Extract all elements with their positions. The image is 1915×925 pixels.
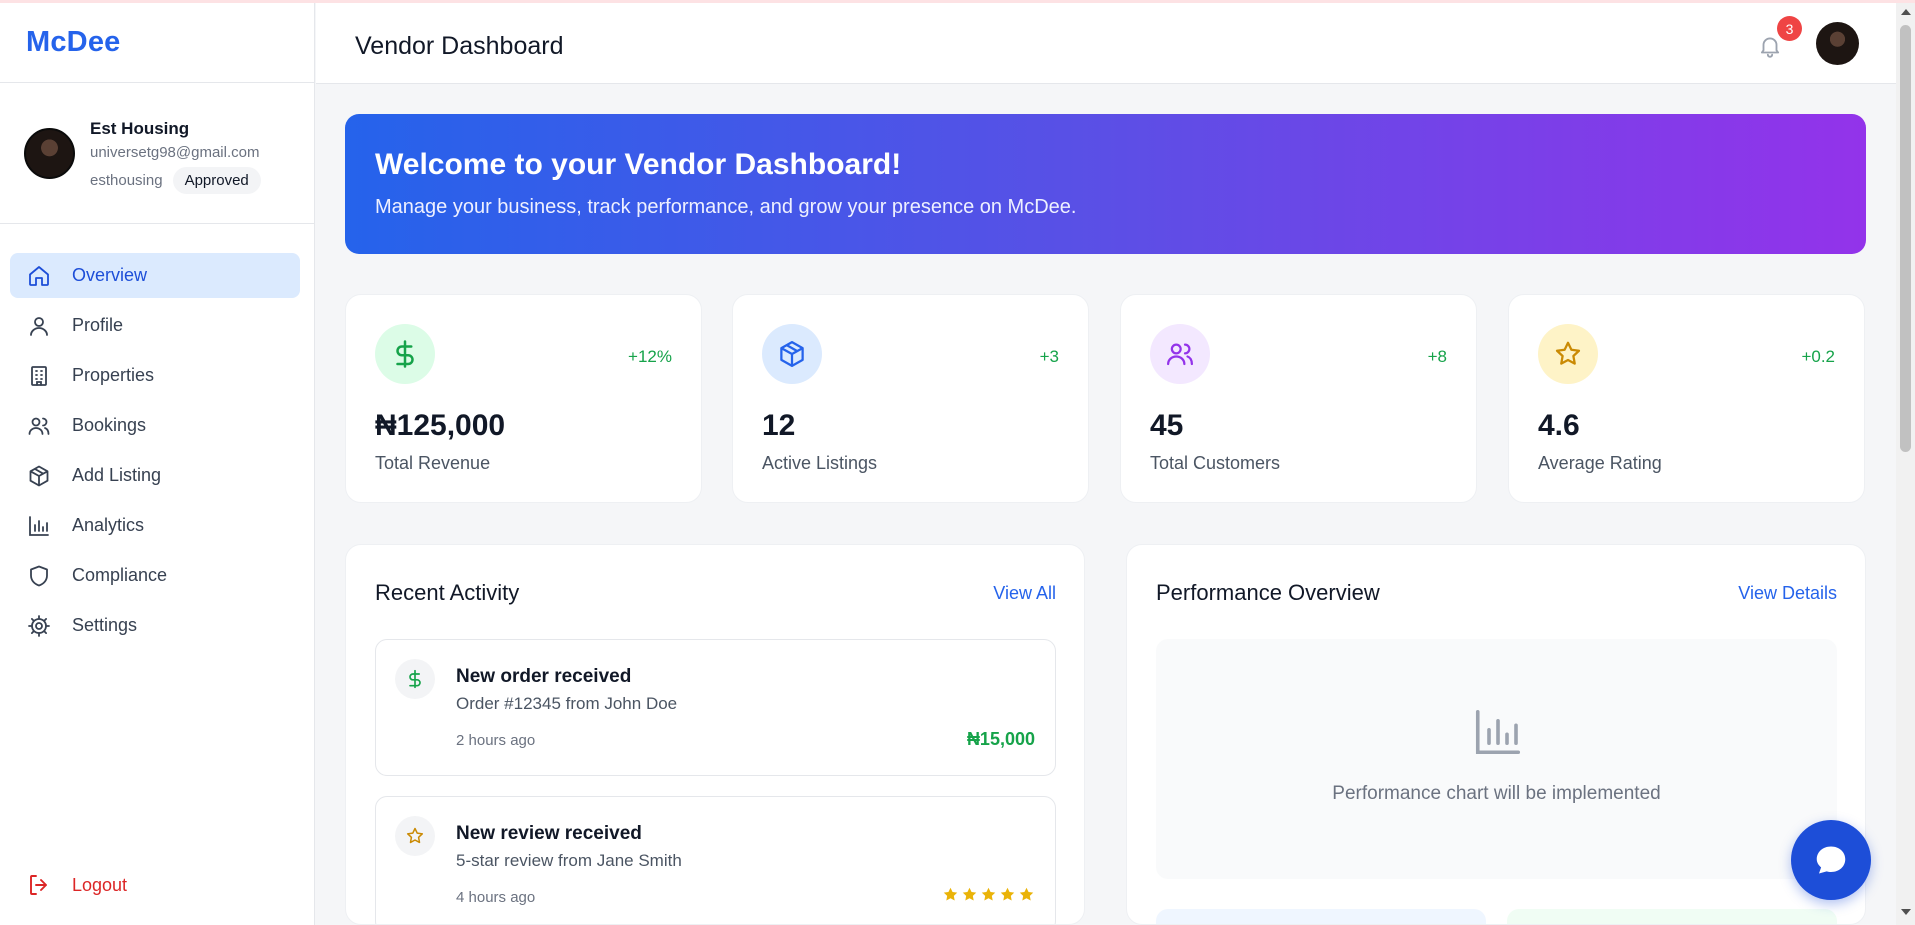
view-all-link[interactable]: View All bbox=[993, 583, 1056, 604]
chat-button[interactable] bbox=[1791, 820, 1871, 900]
stat-value: 4.6 bbox=[1538, 409, 1580, 442]
bell-icon[interactable] bbox=[1757, 33, 1783, 59]
star-icon bbox=[395, 816, 435, 856]
stat-label: Average Rating bbox=[1538, 453, 1662, 473]
sidebar: McDee Est Housing universetg98@gmail.com… bbox=[0, 3, 315, 925]
stat-change: +0.2 bbox=[1801, 347, 1835, 366]
stat-label: Total Revenue bbox=[375, 453, 491, 473]
activity-title: New order received bbox=[456, 666, 632, 687]
recent-activity-panel: Recent Activity View All New order recei… bbox=[345, 544, 1085, 925]
star-icon bbox=[1538, 324, 1598, 384]
package-icon bbox=[762, 324, 822, 384]
vendor-name: Est Housing bbox=[90, 119, 190, 138]
sidebar-item-label: Settings bbox=[72, 615, 138, 635]
performance-chart-placeholder: Performance chart will be implemented bbox=[1156, 639, 1837, 879]
metric-tile bbox=[1507, 909, 1837, 924]
stat-card-listings: +3 12 Active Listings bbox=[732, 294, 1089, 503]
rating-stars bbox=[940, 886, 1035, 903]
scroll-down-arrow[interactable] bbox=[1901, 909, 1911, 915]
sidebar-item-overview[interactable]: Overview bbox=[10, 253, 300, 298]
vendor-profile-card: Est Housing universetg98@gmail.com estho… bbox=[0, 83, 314, 224]
activity-amount: ₦15,000 bbox=[966, 729, 1035, 749]
sidebar-item-add-listing[interactable]: Add Listing bbox=[10, 453, 300, 498]
metric-tile bbox=[1156, 909, 1486, 924]
sidebar-item-analytics[interactable]: Analytics bbox=[10, 503, 300, 548]
sidebar-item-compliance[interactable]: Compliance bbox=[10, 553, 300, 598]
activity-title: New review received bbox=[456, 823, 642, 844]
user-icon bbox=[30, 316, 48, 336]
sidebar-nav: Overview Profile Properties Bookings Add… bbox=[0, 224, 314, 648]
view-details-link[interactable]: View Details bbox=[1738, 583, 1837, 604]
status-badge: Approved bbox=[172, 167, 261, 194]
star-icon bbox=[943, 887, 958, 901]
logout-button[interactable]: Logout bbox=[10, 865, 127, 905]
sidebar-item-label: Profile bbox=[72, 315, 124, 335]
logout-label: Logout bbox=[72, 874, 128, 895]
top-header: Vendor Dashboard 3 bbox=[316, 3, 1896, 84]
stat-card-customers: +8 45 Total Customers bbox=[1120, 294, 1477, 503]
sidebar-item-profile[interactable]: Profile bbox=[10, 303, 300, 348]
home-icon bbox=[29, 265, 49, 286]
stat-card-rating: +0.2 4.6 Average Rating bbox=[1508, 294, 1865, 503]
activity-description: 5-star review from Jane Smith bbox=[456, 851, 682, 870]
page-title: Vendor Dashboard bbox=[355, 32, 564, 60]
stat-change: +8 bbox=[1427, 347, 1447, 366]
stat-change: +12% bbox=[628, 347, 672, 366]
star-icon bbox=[962, 887, 977, 901]
activity-time: 2 hours ago bbox=[456, 732, 536, 749]
avatar bbox=[24, 128, 75, 179]
sidebar-item-label: Analytics bbox=[72, 515, 145, 535]
stat-label: Active Listings bbox=[762, 453, 878, 473]
banner-subtitle: Manage your business, track performance,… bbox=[375, 196, 1077, 218]
sidebar-item-label: Add Listing bbox=[72, 465, 162, 485]
header-avatar[interactable] bbox=[1816, 22, 1859, 65]
scroll-up-arrow[interactable] bbox=[1901, 9, 1911, 15]
bar-chart-icon bbox=[29, 515, 49, 536]
users-icon bbox=[28, 417, 50, 435]
dollar-icon bbox=[395, 659, 435, 699]
dollar-icon bbox=[375, 324, 435, 384]
stat-label: Total Customers bbox=[1150, 453, 1281, 473]
sidebar-item-label: Properties bbox=[72, 365, 155, 385]
sidebar-item-label: Bookings bbox=[72, 415, 147, 435]
chart-placeholder-text: Performance chart will be implemented bbox=[1332, 783, 1661, 804]
stat-change: +3 bbox=[1039, 347, 1059, 366]
chat-icon bbox=[1816, 846, 1846, 874]
performance-panel: Performance Overview View Details Perfor… bbox=[1126, 544, 1866, 925]
vendor-username: esthousing bbox=[90, 172, 163, 189]
sidebar-item-bookings[interactable]: Bookings bbox=[10, 403, 300, 448]
brand-logo[interactable]: McDee bbox=[0, 3, 314, 83]
sidebar-item-label: Compliance bbox=[72, 565, 168, 585]
activity-description: Order #12345 from John Doe bbox=[456, 694, 678, 713]
gear-icon bbox=[28, 614, 50, 637]
star-icon bbox=[1019, 887, 1034, 901]
sidebar-item-label: Overview bbox=[72, 265, 148, 285]
stat-card-revenue: +12% ₦125,000 Total Revenue bbox=[345, 294, 702, 503]
panel-title: Recent Activity bbox=[375, 580, 520, 605]
bar-chart-icon bbox=[1475, 709, 1521, 755]
activity-time: 4 hours ago bbox=[456, 889, 536, 906]
stat-value: 12 bbox=[762, 409, 796, 442]
notification-badge: 3 bbox=[1777, 16, 1802, 41]
shield-icon bbox=[30, 565, 48, 586]
star-icon bbox=[981, 887, 996, 901]
scrollbar[interactable] bbox=[1896, 3, 1915, 925]
star-icon bbox=[1000, 887, 1015, 901]
scroll-thumb[interactable] bbox=[1900, 25, 1911, 452]
package-icon bbox=[29, 465, 49, 486]
activity-item[interactable]: New review received 5-star review from J… bbox=[375, 796, 1056, 924]
brand-name: McDee bbox=[26, 26, 121, 58]
stat-value: ₦125,000 bbox=[375, 409, 506, 442]
panel-title: Performance Overview bbox=[1156, 580, 1380, 605]
sidebar-item-properties[interactable]: Properties bbox=[10, 353, 300, 398]
vendor-email: universetg98@gmail.com bbox=[90, 144, 260, 161]
activity-item[interactable]: New order received Order #12345 from Joh… bbox=[375, 639, 1056, 776]
logout-icon bbox=[30, 875, 47, 895]
stat-value: 45 bbox=[1150, 409, 1184, 442]
sidebar-item-settings[interactable]: Settings bbox=[10, 603, 300, 648]
users-icon bbox=[1150, 324, 1210, 384]
welcome-banner: Welcome to your Vendor Dashboard! Manage… bbox=[345, 114, 1866, 254]
banner-title: Welcome to your Vendor Dashboard! bbox=[375, 148, 902, 181]
building-icon bbox=[31, 365, 47, 386]
